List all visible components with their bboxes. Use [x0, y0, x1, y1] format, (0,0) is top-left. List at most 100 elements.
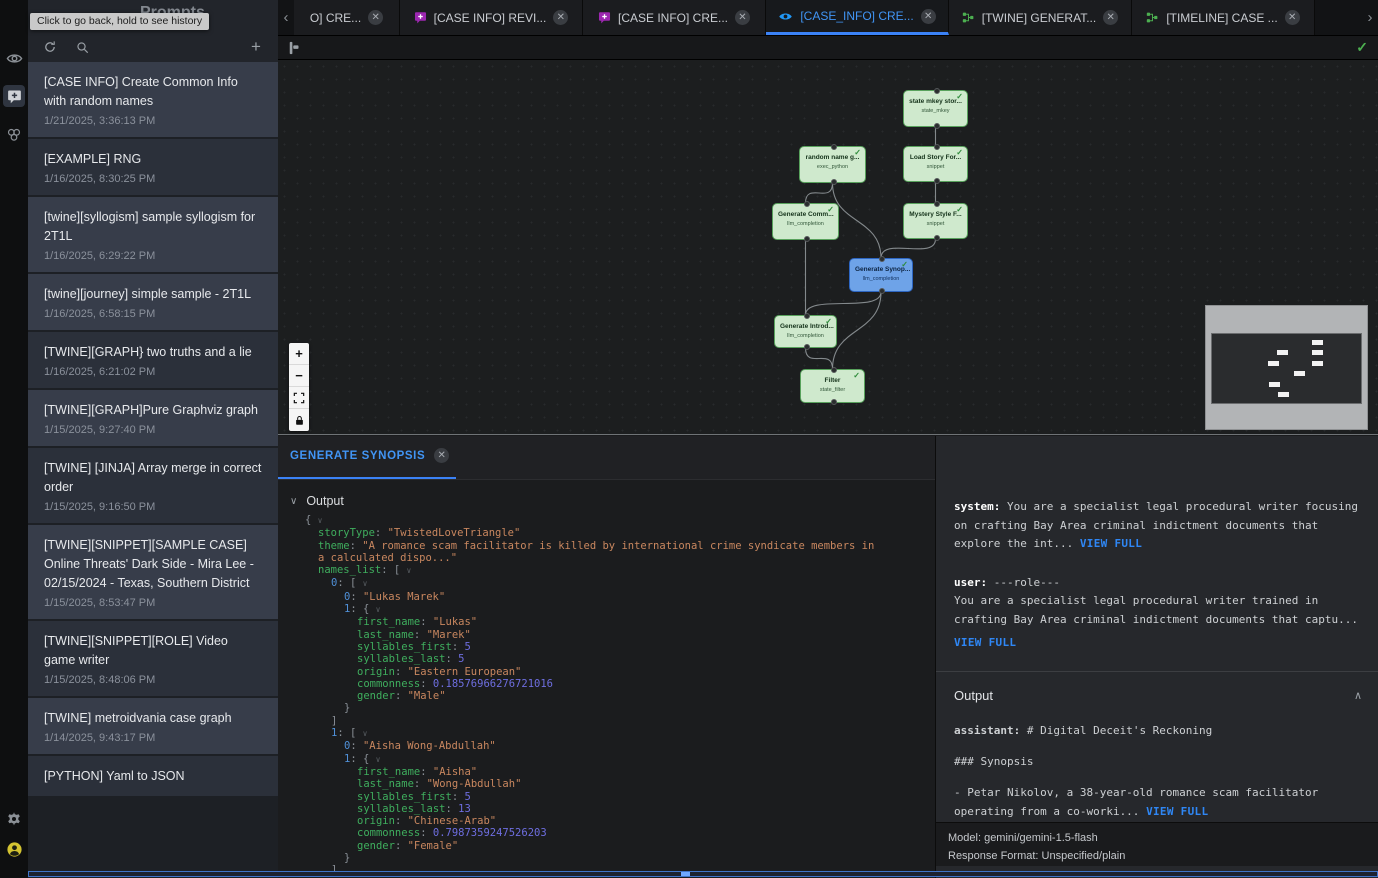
tab--case-info-cre-[interactable]: [CASE INFO] CRE...✕: [583, 0, 766, 35]
workflow-icon[interactable]: [3, 124, 25, 146]
json-line: gender: "Female": [278, 840, 878, 852]
node-mystery_style[interactable]: Mystery Style F...snippet✓: [903, 203, 968, 239]
edge: [806, 348, 833, 369]
tab-close-icon[interactable]: ✕: [921, 9, 936, 24]
prompt-timestamp: 1/16/2025, 6:29:22 PM: [44, 250, 262, 262]
prompts-panel-icon[interactable]: [3, 85, 25, 107]
collapse-chevron-icon[interactable]: ∨: [363, 729, 368, 738]
tabs-scroll-right-icon[interactable]: ›: [1362, 0, 1378, 35]
node-subtitle: state_filter: [801, 387, 864, 393]
json-line: { ∨: [278, 514, 878, 527]
search-icon[interactable]: [74, 39, 90, 55]
eye-icon[interactable]: [3, 47, 25, 69]
json-token: :: [395, 815, 408, 827]
tab-close-icon[interactable]: ✕: [1103, 10, 1118, 25]
json-token: 0.7987359247526203: [433, 827, 547, 839]
node-random_name[interactable]: random name g...exec_python✓: [799, 146, 866, 183]
minimap[interactable]: [1205, 305, 1368, 430]
output-section-label: Output: [306, 494, 344, 508]
node-generate_intro[interactable]: Generate Introd...llm_completion✓: [774, 315, 837, 348]
json-token: 0.18576966276721016: [433, 678, 553, 690]
lock-button[interactable]: [289, 409, 309, 431]
collapse-chevron-icon[interactable]: ∨: [376, 605, 381, 614]
prompt-list-item[interactable]: [TWINE][GRAPH} two truths and a lie1/16/…: [28, 332, 278, 388]
prompt-timestamp: 1/14/2025, 9:43:17 PM: [44, 732, 262, 744]
tab--twine-generat-[interactable]: [TWINE] GENERAT...✕: [949, 0, 1132, 35]
scrollbar-handle[interactable]: [681, 872, 690, 876]
json-token: : [: [337, 727, 362, 739]
layout-icon[interactable]: [288, 41, 302, 55]
prompt-list-item[interactable]: [EXAMPLE] RNG 1/16/2025, 8:30:25 PM: [28, 139, 278, 195]
tabs-scroll-left-icon[interactable]: ‹: [278, 0, 294, 35]
json-line: 0: "Aisha Wong-Abdullah": [278, 740, 878, 752]
prompt-title: [TWINE][GRAPH} two truths and a lie: [44, 343, 262, 362]
prompt-timestamp: 1/15/2025, 8:53:47 PM: [44, 597, 262, 609]
settings-gear-icon[interactable]: [3, 808, 25, 830]
node-success-check-icon: ✓: [853, 371, 860, 380]
prompt-timestamp: 1/16/2025, 8:30:25 PM: [44, 173, 262, 185]
prompt-list-item[interactable]: [CASE INFO] Create Common Info with rand…: [28, 62, 278, 137]
output-panel-tab[interactable]: GENERATE SYNOPSIS ✕: [290, 448, 449, 463]
user-avatar-icon[interactable]: [3, 838, 25, 860]
prompt-title: [TWINE][GRAPH]Pure Graphviz graph: [44, 401, 262, 420]
horizontal-scrollbar[interactable]: [28, 871, 1378, 877]
json-token: :: [395, 666, 408, 678]
right-output-header[interactable]: Output ∧: [936, 672, 1378, 703]
tab-close-icon[interactable]: ✕: [1285, 10, 1300, 25]
json-token: gender: [357, 690, 395, 702]
output-panel-tab-label: GENERATE SYNOPSIS: [290, 450, 425, 462]
view-full-link[interactable]: VIEW FULL: [954, 634, 1016, 653]
prompt-title: [twine][syllogism] sample syllogism for …: [44, 208, 262, 246]
collapse-chevron-icon[interactable]: ∨: [318, 516, 323, 525]
collapse-chevron-icon[interactable]: ∨: [407, 566, 412, 575]
zoom-in-button[interactable]: +: [289, 343, 309, 365]
prompt-list-item[interactable]: [PYTHON] Yaml to JSON: [28, 756, 278, 796]
node-subtitle: llm_completion: [773, 221, 838, 227]
tab--timeline-case-[interactable]: [TIMELINE] CASE ... ✕: [1132, 0, 1315, 35]
app-window: Prompts + [CASE INFO] Create Common Info…: [0, 0, 1378, 878]
json-line: theme: "A romance scam facilitator is ki…: [278, 540, 878, 565]
prompt-list-item[interactable]: [twine][syllogism] sample syllogism for …: [28, 197, 278, 272]
json-token: syllables_last: [357, 653, 446, 665]
prompt-list-item[interactable]: [TWINE][GRAPH]Pure Graphviz graph1/15/20…: [28, 390, 278, 446]
json-token: "Lukas Marek": [363, 591, 445, 603]
tab-close-icon[interactable]: ✕: [368, 10, 383, 25]
view-full-link[interactable]: VIEW FULL: [1146, 805, 1208, 818]
node-generate_common[interactable]: Generate Comm...llm_completion✓: [772, 203, 839, 240]
fit-view-button[interactable]: [289, 387, 309, 409]
prompt-list-item[interactable]: [TWINE][SNIPPET][ROLE] Video game writer…: [28, 621, 278, 696]
json-line: ]: [278, 715, 878, 727]
prompt-list-item[interactable]: [TWINE][SNIPPET][SAMPLE CASE] Online Thr…: [28, 525, 278, 619]
node-load_story[interactable]: Load Story For...snippet✓: [903, 146, 968, 182]
node-filter[interactable]: Filterstate_filter✓: [800, 369, 865, 403]
json-token: :: [420, 616, 433, 628]
tab-label: [TIMELINE] CASE ...: [1166, 11, 1277, 25]
view-full-link[interactable]: VIEW FULL: [1080, 537, 1142, 550]
output-section-header[interactable]: ∨ Output: [278, 480, 935, 514]
json-line: syllables_last: 13: [278, 803, 878, 815]
prompt-list-item[interactable]: [TWINE] metroidvania case graph1/14/2025…: [28, 698, 278, 754]
tab-close-icon[interactable]: ✕: [553, 10, 568, 25]
collapse-chevron-icon[interactable]: ∨: [363, 579, 368, 588]
prompt-list-item[interactable]: [TWINE] [JINJA] Array merge in correct o…: [28, 448, 278, 523]
node-state_mkey[interactable]: state mkey stor...state_mkey✓: [903, 90, 968, 127]
tab--case-info-cre-[interactable]: [CASE_INFO] CRE...✕: [766, 0, 949, 35]
close-icon[interactable]: ✕: [434, 448, 449, 463]
node-subtitle: state_mkey: [904, 108, 967, 114]
json-token: :: [420, 766, 433, 778]
node-generate_synopsis[interactable]: Generate Synop...llm_completion✓: [849, 258, 913, 292]
prompt-list-item[interactable]: [twine][journey] simple sample - 2T1L1/1…: [28, 274, 278, 330]
tab-o-cre-[interactable]: O] CRE...✕: [294, 0, 400, 35]
tab--case-info-revi-[interactable]: [CASE INFO] REVI...✕: [400, 0, 583, 35]
node-subtitle: llm_completion: [775, 333, 836, 339]
zoom-out-button[interactable]: −: [289, 365, 309, 387]
collapse-chevron-icon[interactable]: ∨: [376, 755, 381, 764]
workflow-canvas[interactable]: state mkey stor...state_mkey✓random name…: [278, 60, 1378, 435]
minimap-node: [1312, 350, 1323, 355]
prompt-title: [EXAMPLE] RNG: [44, 150, 262, 169]
tab-close-icon[interactable]: ✕: [735, 10, 750, 25]
add-prompt-button[interactable]: +: [248, 39, 264, 55]
refresh-icon[interactable]: [42, 39, 58, 55]
prompt-flag-icon: [414, 11, 427, 24]
chevron-down-icon: ∨: [290, 496, 297, 507]
